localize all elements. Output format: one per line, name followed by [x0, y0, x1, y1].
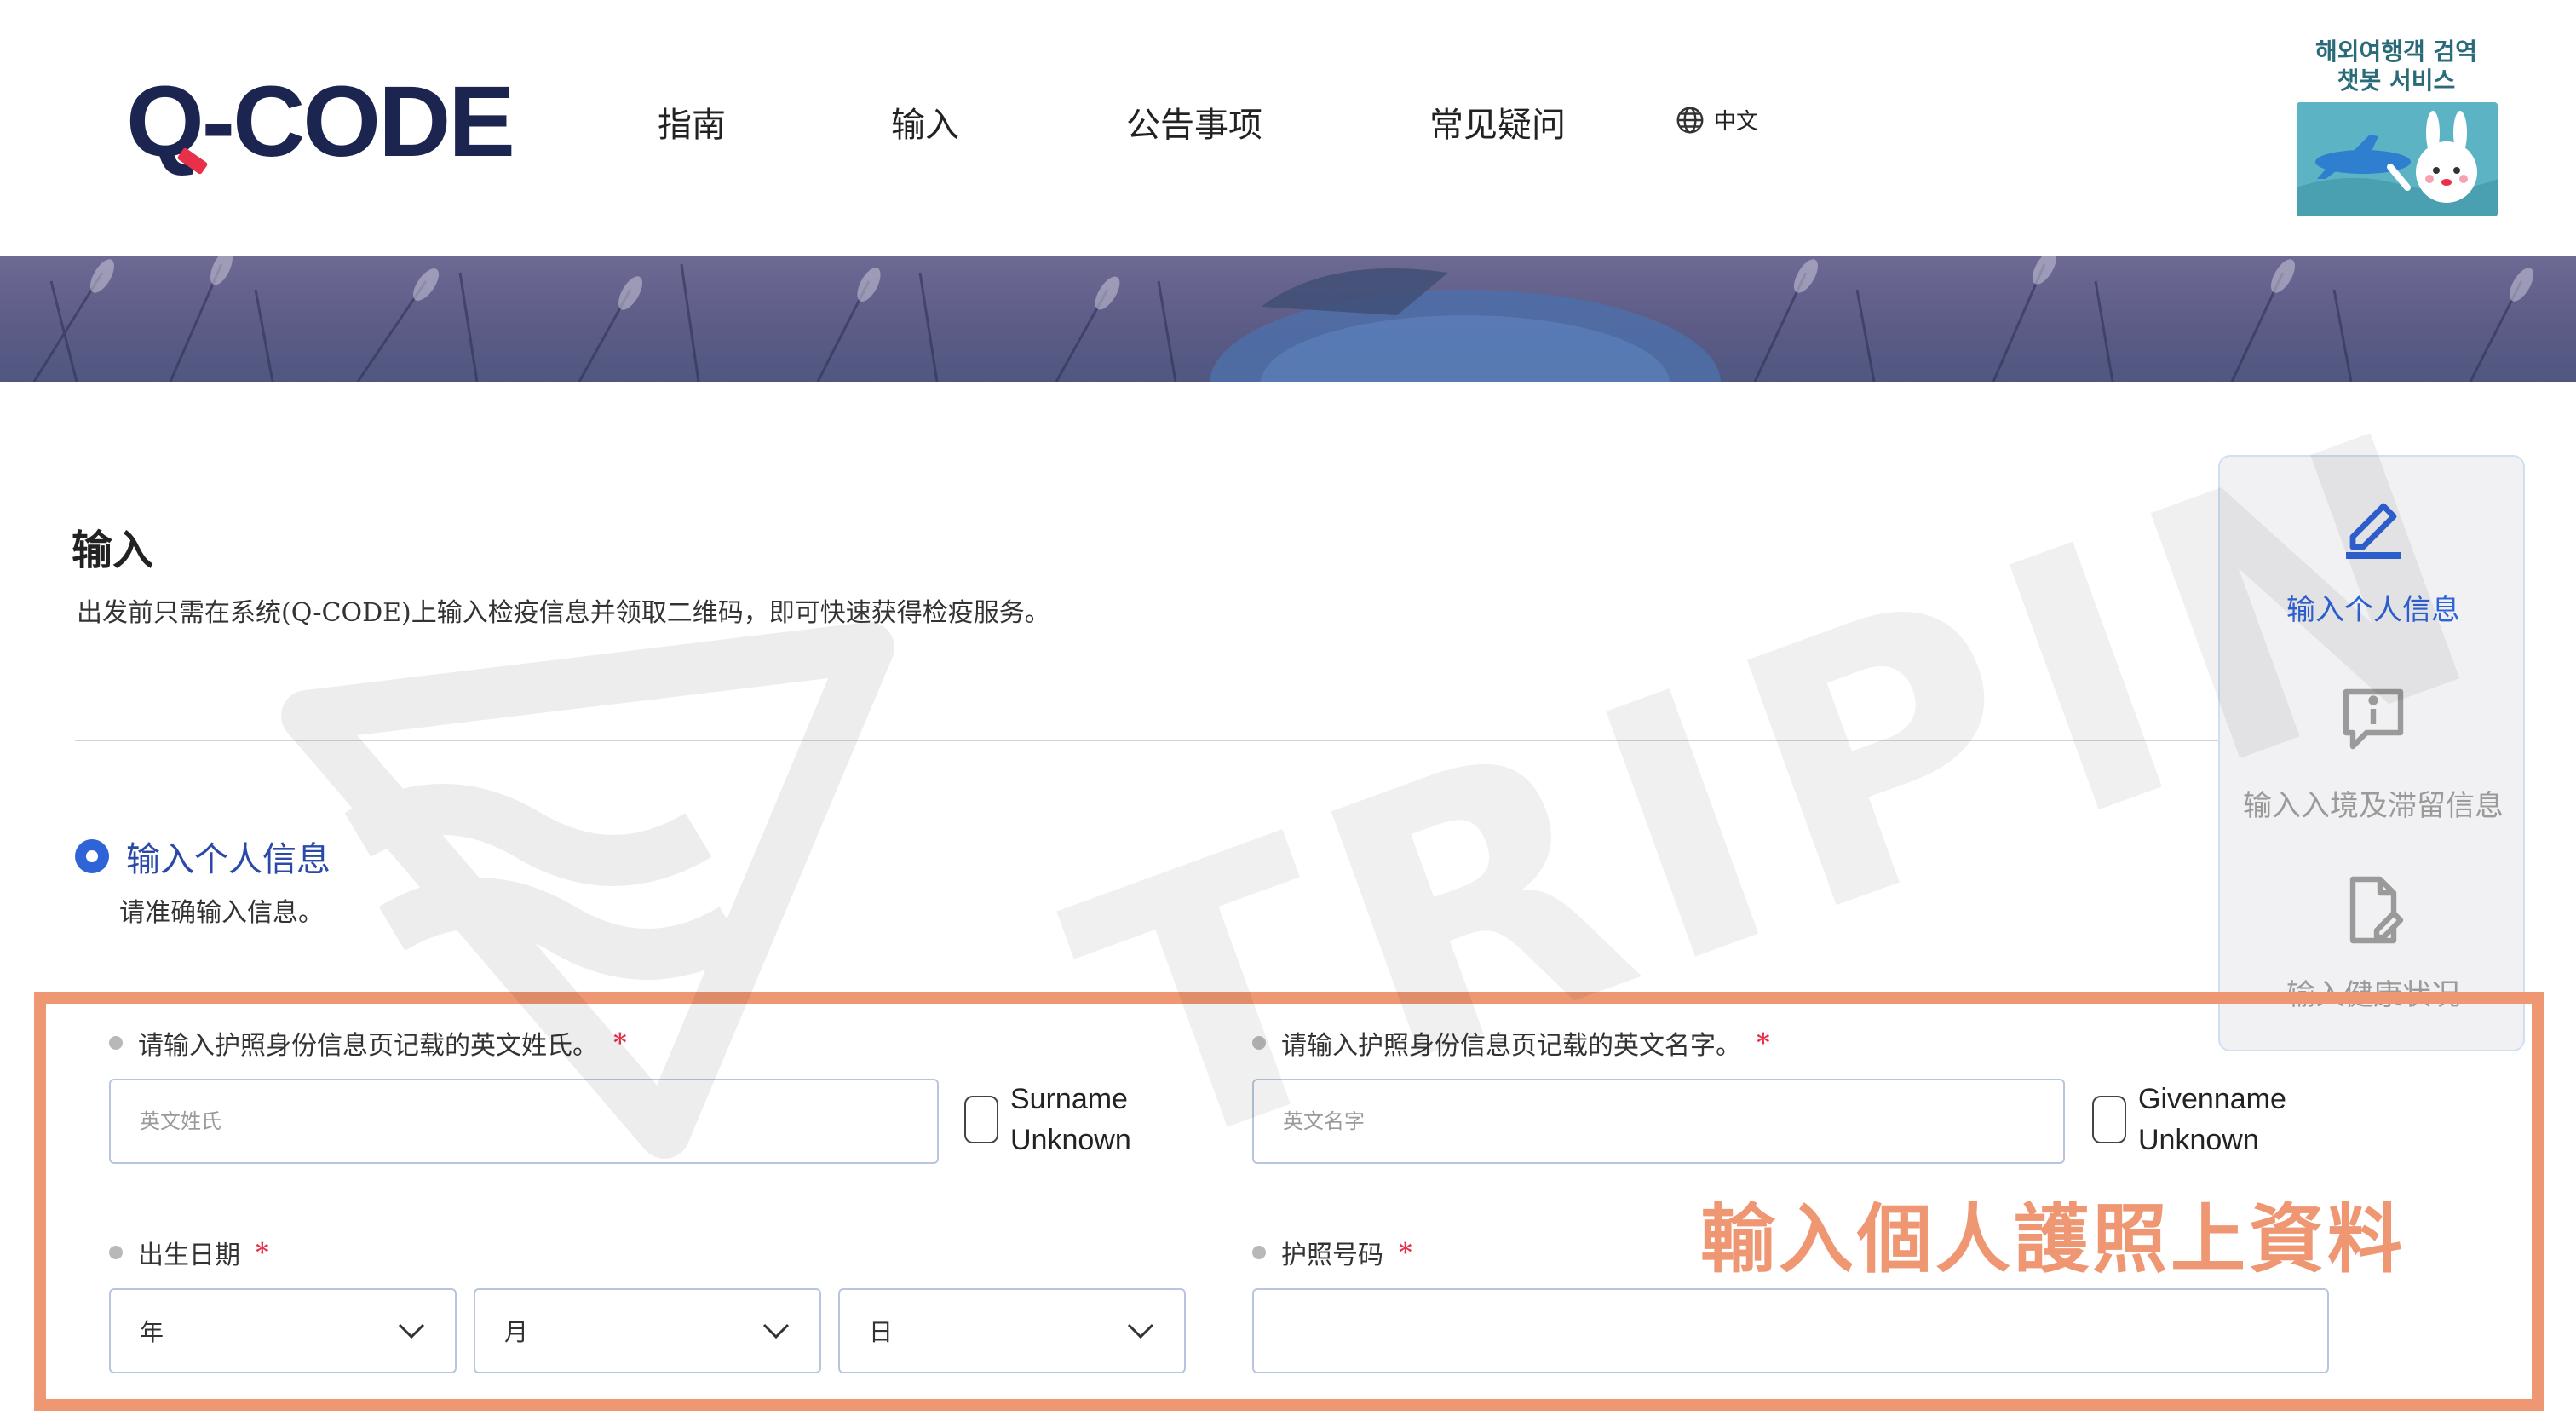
annotation-text: 輸入個人護照上資料	[1700, 1195, 2406, 1283]
chatbot-title-line2: 챗봇 서비스	[2337, 66, 2456, 95]
globe-icon	[1676, 107, 1704, 133]
logo-q: Q	[126, 64, 209, 180]
document-edit-icon	[2331, 867, 2416, 953]
nav-faq[interactable]: 常见疑问	[1429, 92, 1566, 152]
hero-banner	[0, 256, 2576, 382]
logo-text: -CODE	[201, 66, 515, 178]
progress-steps-panel: 输入个人信息 输入入境及滞留信息 输入健康状况	[2218, 455, 2525, 1051]
step-radio-icon	[75, 839, 109, 873]
chatbot-banner[interactable]: 해외여행객 검역 챗봇 서비스	[2295, 37, 2498, 216]
step-entry-stay-info[interactable]: 输入入境及滞留信息	[2220, 782, 2523, 824]
step-personal-info[interactable]: 输入个人信息	[2220, 586, 2523, 628]
site-header: Q -CODE 指南 输入 公告事项 常见疑问 中文 해외여행객 검역 챗봇 서비…	[0, 0, 2576, 256]
chatbot-illustration	[2297, 102, 2498, 216]
language-selector[interactable]: 中文	[1675, 104, 1758, 135]
chatbot-title: 해외여행객 검역 챗봇 서비스	[2295, 37, 2498, 95]
nav-guide[interactable]: 指南	[658, 92, 726, 152]
info-message-icon	[2331, 677, 2416, 762]
section-subtitle: 请准确输入信息。	[119, 898, 324, 928]
page-title: 输入	[72, 527, 154, 574]
chatbot-title-line1: 해외여행객 검역	[2314, 37, 2478, 66]
language-label: 中文	[1714, 109, 1759, 135]
section-personal-info: 输入个人信息	[75, 832, 331, 881]
page-description: 出发前只需在系统(Q-CODE)上输入检疫信息并领取二维码，即可快速获得检疫服务…	[77, 598, 1050, 628]
nav-notice[interactable]: 公告事项	[1126, 92, 1262, 152]
content-divider	[75, 740, 2222, 741]
q-code-logo[interactable]: Q -CODE	[126, 64, 515, 180]
pencil-icon	[2331, 481, 2416, 566]
nav-input[interactable]: 输入	[891, 92, 959, 152]
section-title: 输入个人信息	[126, 840, 331, 879]
